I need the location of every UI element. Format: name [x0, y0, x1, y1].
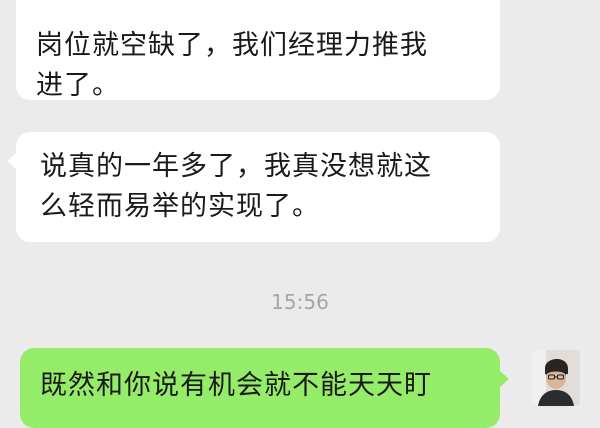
message-text-line: 既然和你说有机会就不能天天盯 [40, 370, 432, 401]
message-bubble-outgoing[interactable]: 既然和你说有机会就不能天天盯 [20, 348, 509, 428]
message-bubble-incoming[interactable]: 说真的一年多了，我真没想就这 么轻而易举的实现了。 [7, 132, 500, 242]
message-text-line-cut-off [36, 0, 480, 26]
message-text-line: 么轻而易举的实现了。 [40, 191, 320, 222]
bubble-tail-icon [499, 370, 509, 388]
user-avatar-icon [532, 350, 580, 406]
message-timestamp: 15:56 [271, 290, 329, 314]
bubble-tail-icon [7, 152, 17, 170]
message-text-line: 进了。 [36, 70, 120, 101]
message-bubble-incoming[interactable]: 岗位就空缺了，我们经理力推我 进了。 [16, 0, 500, 101]
avatar[interactable] [532, 350, 580, 406]
message-text-line: 说真的一年多了，我真没想就这 [40, 151, 432, 182]
message-text-line: 岗位就空缺了，我们经理力推我 [36, 30, 428, 61]
